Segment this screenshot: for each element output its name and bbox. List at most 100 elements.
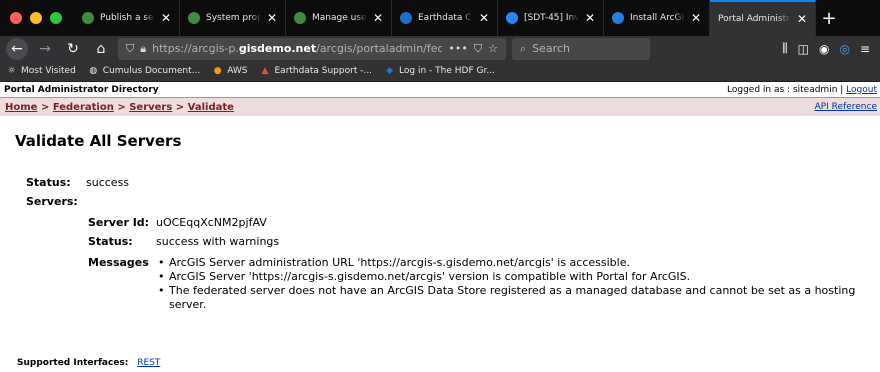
new-tab-button[interactable]: + [816,0,842,36]
search-icon: ⌕ [520,41,527,55]
tab-label: Portal Administrator [718,14,791,24]
server-id-label: Server Id: [88,216,150,229]
pocket-icon[interactable]: ⛉ [474,42,482,56]
browser-nav-bar: ← → ↻ ⌂ ⛉ 🔒︎ https://arcgis-p.gisdemo.ne… [0,36,880,61]
breadcrumb-servers[interactable]: Servers [129,102,172,113]
message-item: ArcGIS Server 'https://arcgis-s.gisdemo.… [156,270,866,284]
message-item: The federated server does not have an Ar… [156,284,866,312]
favicon-icon [506,12,518,24]
browser-tab-bar: Publish a service✕System properties✕Mana… [0,0,880,36]
breadcrumb-separator: > [175,101,185,113]
url-text[interactable]: https://arcgis-p.gisdemo.net/arcgis/port… [152,42,442,55]
logged-in-text: Logged in as : siteadmin | [727,84,844,95]
messages-label: Messages [88,256,149,269]
status-value: success [86,176,130,189]
bookmark-item[interactable]: ● AWS [212,66,248,77]
browser-tab[interactable]: Manage users in ✕ [286,0,392,36]
breadcrumb-separator: > [117,101,126,113]
close-tab-icon[interactable]: ✕ [479,12,489,24]
aws-icon: ● [213,66,222,76]
tab-label: System properties [206,13,261,23]
tab-label: Earthdata Code [418,13,473,23]
home-icon: ⌂ [96,40,106,57]
favicon-icon [294,12,306,24]
reload-icon: ↻ [67,40,79,57]
directory-title: Portal Administrator Directory [4,84,159,95]
favicon-icon [612,12,624,24]
breadcrumb-home[interactable]: Home [5,102,37,113]
close-tab-icon[interactable]: ✕ [267,12,277,24]
logout-link[interactable]: Logout [846,85,877,95]
browser-tab[interactable]: System properties ✕ [180,0,286,36]
bookmark-label: Earthdata Support -... [274,66,373,76]
browser-tab[interactable]: Earthdata Code ✕ [392,0,498,36]
favicon-icon [400,12,412,24]
api-reference-link[interactable]: API Reference [815,102,877,112]
browser-tab[interactable]: [SDT-45] Investi ✕ [498,0,604,36]
browser-tab[interactable]: Install ArcGIS Li ✕ [604,0,710,36]
favicon-icon [188,12,200,24]
sidebar-icon[interactable]: ◫ [798,42,809,56]
menu-icon[interactable]: ≡ [860,42,870,56]
bookmark-label: Most Visited [21,66,76,76]
window-controls [0,0,74,36]
breadcrumb-federation[interactable]: Federation [53,102,114,113]
bookmark-label: AWS [227,66,248,76]
message-item: ArcGIS Server administration URL 'https:… [156,256,866,270]
favicon-icon [82,12,94,24]
close-window-button[interactable] [10,12,22,24]
bookmark-star-icon[interactable]: ☆ [488,42,498,55]
servers-label: Servers: [26,195,78,208]
browser-tab[interactable]: Portal Administrator ✕ [710,0,816,36]
extension-icon[interactable]: ◎ [839,42,849,56]
close-tab-icon[interactable]: ✕ [691,12,701,24]
page-actions-icon[interactable]: ••• [448,42,467,55]
status-label: Status: [26,176,71,189]
shield-icon: ⛉ [126,41,135,55]
breadcrumb: Home > Federation > Servers > Validate A… [0,98,880,116]
tab-label: [SDT-45] Investi [524,13,579,23]
lock-icon: 🔒︎ [140,41,147,55]
arrow-right-icon: → [39,40,51,57]
validation-results: Status: success Servers: Server Id: uOCE… [26,176,855,311]
server-id-value: uOCEqqXcNM2pjfAV [156,216,267,229]
back-button[interactable]: ← [6,37,28,60]
zoom-window-button[interactable] [50,12,62,24]
bookmarks-toolbar: ☼ Most Visited ◍ Cumulus Document... ● AWS ▲ Ea… [0,61,880,82]
url-bar[interactable]: ⛉ 🔒︎ https://arcgis-p.gisdemo.net/arcgis… [118,37,506,60]
toolbar-icons: ⫼ ◫ ◉ ◎ ≡ [782,41,874,56]
server-status-value: success with warnings [156,235,280,248]
bookmark-item[interactable]: ▲ Earthdata Support -... [260,66,373,77]
hdf-icon: ◆ [386,66,393,76]
bookmark-label: Log in - The HDF Gr... [399,66,495,76]
messages-row: Messages ArcGIS Server administration UR… [88,256,878,312]
close-tab-icon[interactable]: ✕ [585,12,595,24]
search-box[interactable]: ⌕ Search [512,37,650,60]
search-input[interactable]: Search [532,42,570,55]
server-id-row: Server Id: uOCEqqXcNM2pjfAV [88,216,878,229]
tab-label: Manage users in [312,13,367,23]
rest-link[interactable]: REST [137,358,160,368]
breadcrumb-links: Home > Federation > Servers > Validate [5,102,234,113]
tab-label: Publish a service [100,13,155,23]
close-tab-icon[interactable]: ✕ [797,13,807,25]
bookmark-item[interactable]: ☼ Most Visited [6,66,76,77]
interfaces-label: Supported Interfaces: [17,358,129,368]
minimize-window-button[interactable] [30,12,42,24]
forward-button[interactable]: → [34,38,56,60]
server-entry: Server Id: uOCEqqXcNM2pjfAV Status: succ… [88,216,878,320]
account-icon[interactable]: ◉ [819,42,829,56]
breadcrumb-validate[interactable]: Validate [188,102,234,113]
bookmark-item[interactable]: ◍ Cumulus Document... [88,66,200,77]
bookmark-item[interactable]: ◆ Log in - The HDF Gr... [384,66,495,77]
tab-strip: Publish a service✕System properties✕Mana… [74,0,816,36]
breadcrumb-separator: > [40,101,50,113]
browser-tab[interactable]: Publish a service ✕ [74,0,180,36]
home-button[interactable]: ⌂ [90,38,112,60]
page-content: Portal Administrator Directory Logged in… [0,82,880,372]
close-tab-icon[interactable]: ✕ [161,12,171,24]
reload-button[interactable]: ↻ [62,38,84,60]
close-tab-icon[interactable]: ✕ [373,12,383,24]
library-icon[interactable]: ⫼ [782,41,788,56]
plus-icon: + [821,7,837,29]
